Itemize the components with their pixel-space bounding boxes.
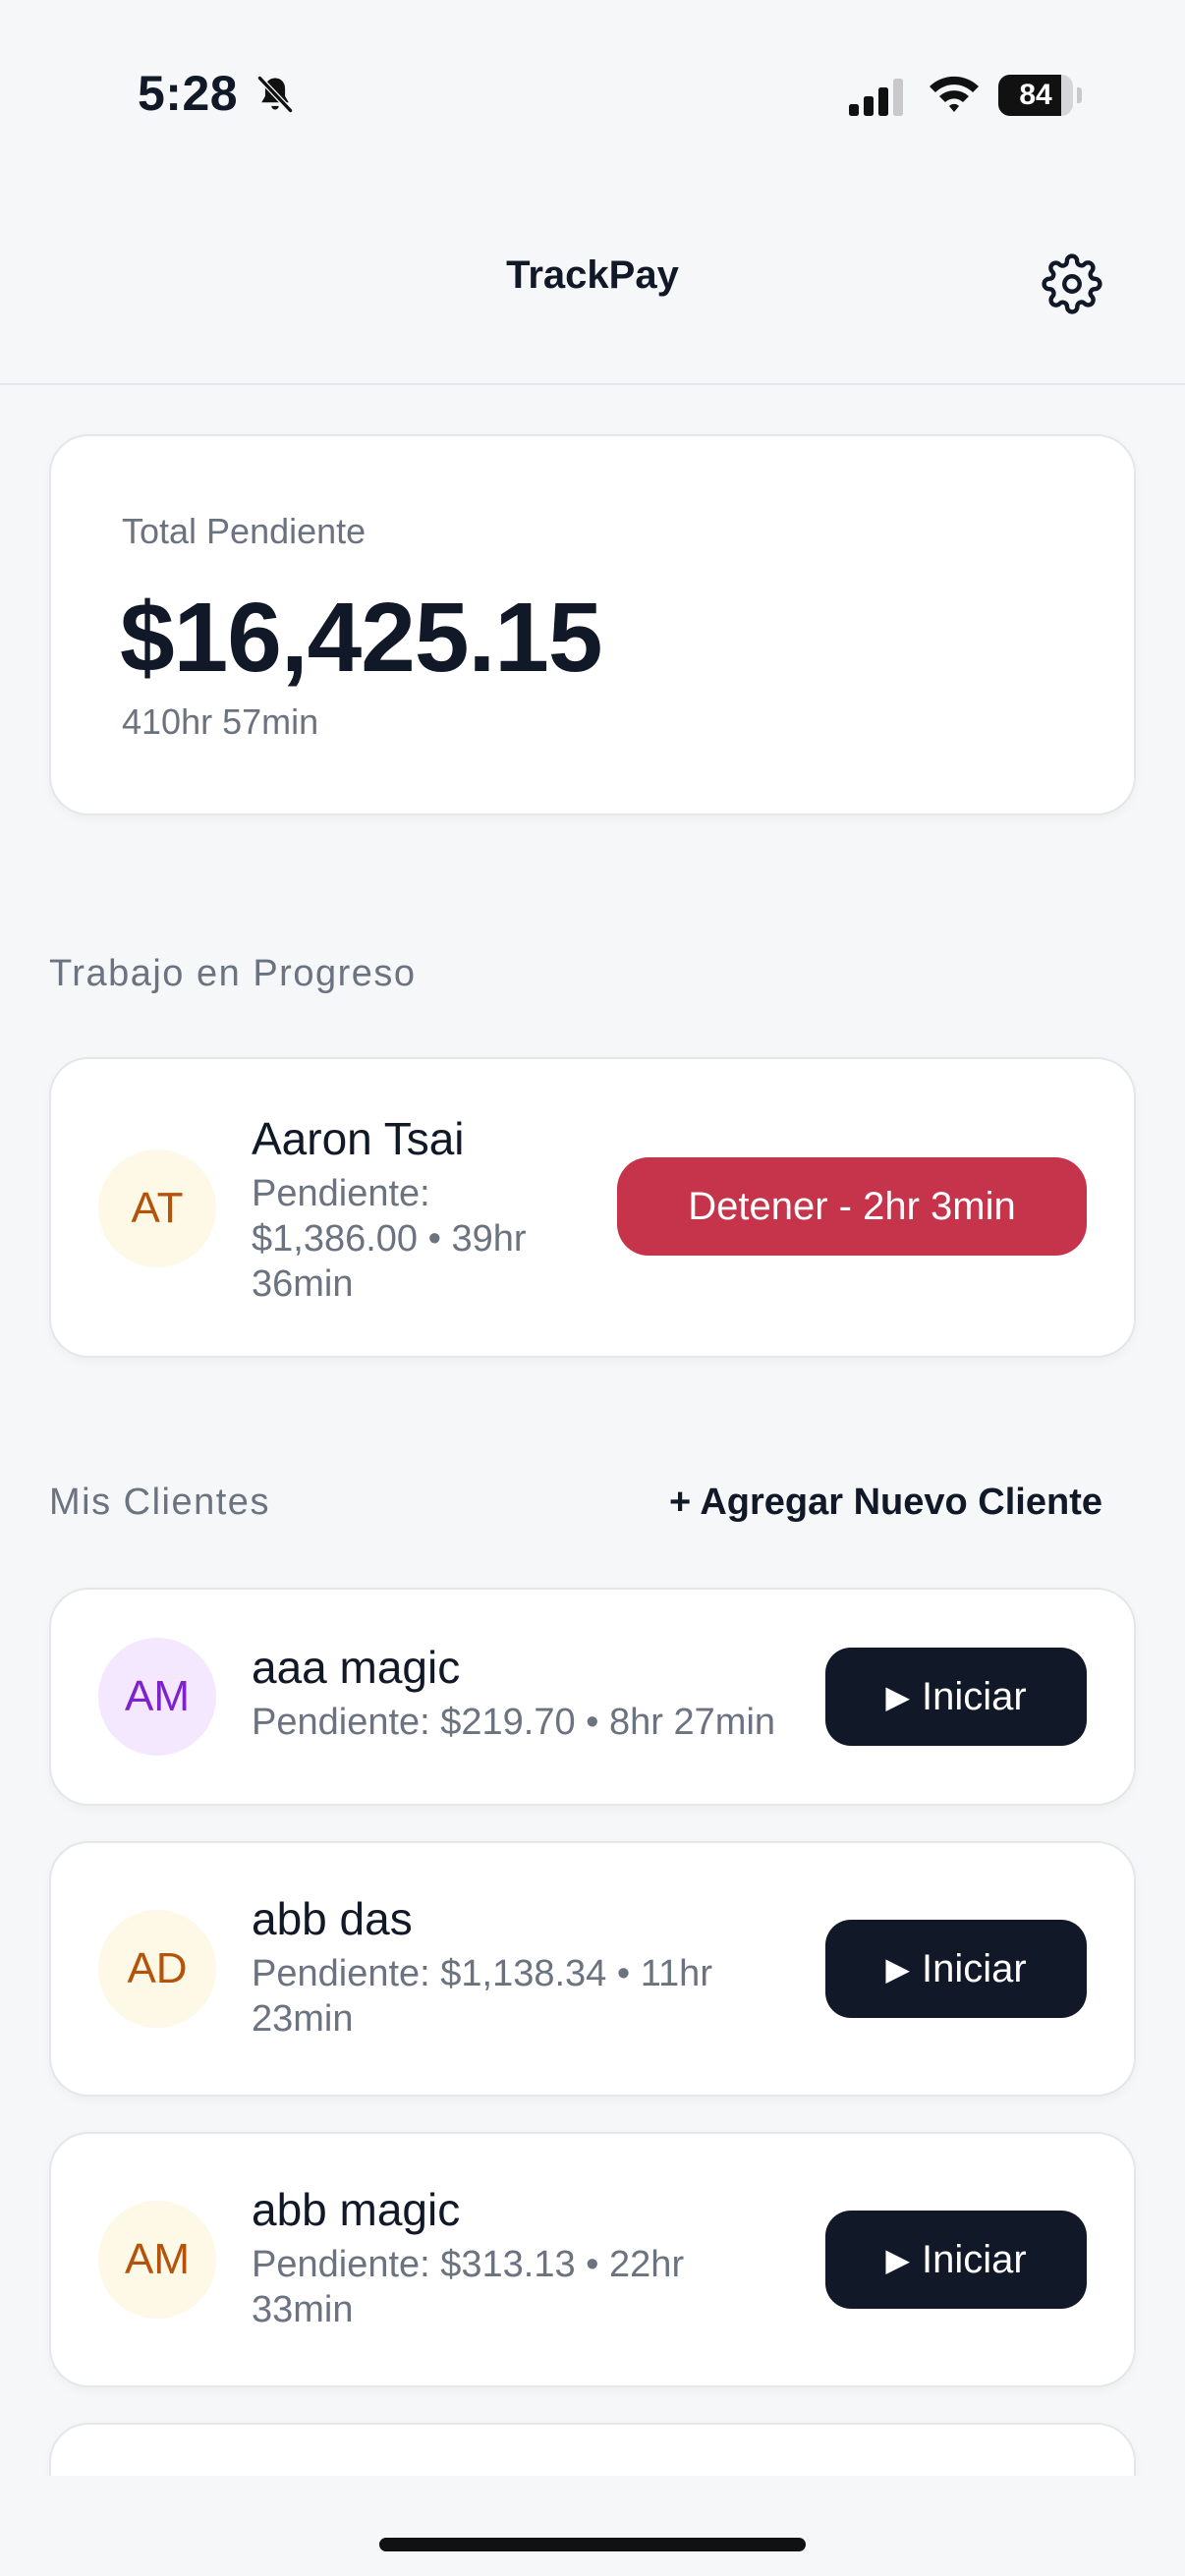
cellular-signal-icon [849, 79, 903, 116]
play-icon: ▶ [885, 1679, 910, 1714]
bottom-safe-area [0, 2476, 1185, 2576]
in-progress-section-title: Trabajo en Progreso [49, 953, 417, 994]
app-title: TrackPay [506, 253, 679, 297]
client-name: abb magic [252, 2184, 461, 2235]
client-card[interactable]: AM abb magic Pendiente: $313.13 • 22hr 3… [49, 2132, 1136, 2387]
screen: 5:28 84 TrackPay Total Pendiente $16,425… [0, 0, 1185, 2576]
clients-section-title: Mis Clientes [49, 1482, 270, 1523]
total-pending-label: Total Pendiente [122, 511, 367, 551]
client-name: Aaron Tsai [252, 1113, 465, 1164]
avatar: AT [98, 1149, 216, 1267]
total-pending-amount: $16,425.15 [120, 583, 602, 693]
start-label: Iniciar [921, 1674, 1027, 1718]
client-name: aaa magic [252, 1642, 461, 1693]
client-meta: Pendiente: $219.70 • 8hr 27min [252, 1702, 776, 1743]
battery-indicator: 84 [998, 75, 1082, 116]
in-progress-client-card[interactable]: AT Aaron Tsai Pendiente: $1,386.00 • 39h… [49, 1057, 1136, 1358]
client-card[interactable]: AD abb das Pendiente: $1,138.34 • 11hr 2… [49, 1841, 1136, 2097]
status-time: 5:28 [138, 66, 239, 121]
avatar: AM [98, 1638, 216, 1756]
home-indicator[interactable] [379, 2538, 806, 2551]
client-meta-continued: 33min [252, 2289, 354, 2330]
client-pending-label: Pendiente: [252, 1173, 430, 1214]
wifi-icon [930, 76, 979, 112]
start-timer-button[interactable]: ▶ Iniciar [825, 1920, 1087, 2018]
nav-divider [0, 383, 1185, 385]
start-label: Iniciar [921, 1946, 1027, 1990]
add-client-button[interactable]: + Agregar Nuevo Cliente [669, 1482, 1102, 1524]
client-meta: Pendiente: $313.13 • 22hr [252, 2244, 685, 2285]
gear-icon [1042, 253, 1102, 314]
client-name: abb das [252, 1893, 413, 1944]
play-icon: ▶ [885, 1951, 910, 1987]
stop-timer-button[interactable]: Detener - 2hr 3min [617, 1157, 1087, 1256]
start-timer-button[interactable]: ▶ Iniciar [825, 2211, 1087, 2309]
client-card[interactable]: AM aaa magic Pendiente: $219.70 • 8hr 27… [49, 1588, 1136, 1806]
client-meta: Pendiente: $1,138.34 • 11hr [252, 1953, 712, 1994]
total-pending-hours: 410hr 57min [122, 701, 319, 742]
client-pending-amount: $1,386.00 • 39hr [252, 1218, 527, 1260]
avatar: AM [98, 2201, 216, 2319]
total-pending-card: Total Pendiente $16,425.15 410hr 57min [49, 434, 1136, 815]
settings-button[interactable] [1038, 250, 1106, 318]
bell-slash-icon [256, 75, 294, 114]
avatar: AD [98, 1910, 216, 2028]
play-icon: ▶ [885, 2242, 910, 2277]
start-label: Iniciar [921, 2237, 1027, 2281]
battery-percent: 84 [1019, 79, 1052, 111]
client-pending-time: 36min [252, 1263, 354, 1305]
start-timer-button[interactable]: ▶ Iniciar [825, 1648, 1087, 1746]
client-meta-continued: 23min [252, 1998, 354, 2040]
